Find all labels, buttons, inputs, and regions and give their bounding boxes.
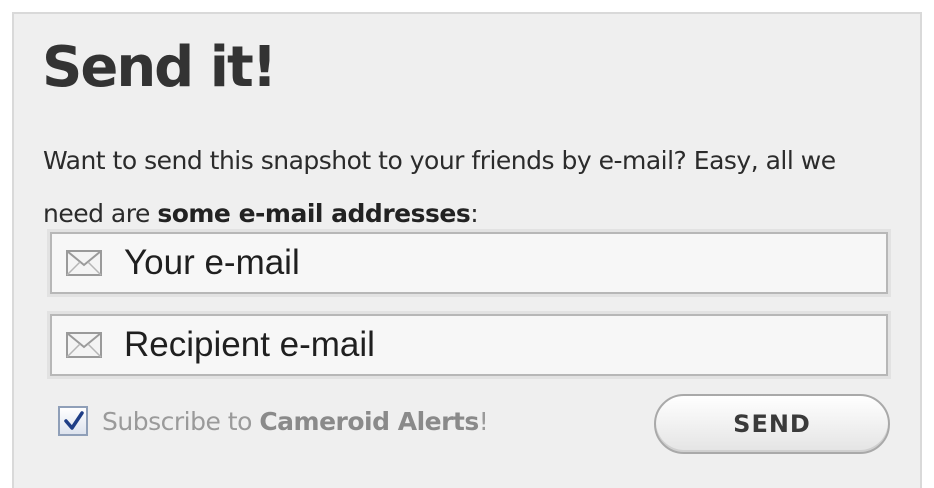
subscribe-label[interactable]: Subscribe to Cameroid Alerts! — [102, 406, 489, 436]
subscribe-prefix: Subscribe to — [102, 406, 260, 436]
recipient-email-field[interactable] — [50, 314, 888, 376]
subscribe-brand: Cameroid Alerts — [259, 406, 479, 436]
description-bold-text: some e-mail addresses — [157, 199, 471, 228]
subscribe-checkbox[interactable] — [58, 406, 88, 436]
envelope-icon — [66, 250, 102, 276]
your-email-field[interactable] — [50, 232, 888, 294]
description-end: : — [470, 199, 479, 228]
envelope-icon — [66, 332, 102, 358]
checkmark-icon — [64, 411, 84, 430]
panel-title: Send it! — [42, 35, 277, 100]
subscribe-suffix: ! — [478, 406, 489, 436]
your-email-input[interactable] — [124, 238, 864, 288]
recipient-email-input[interactable] — [124, 320, 864, 370]
send-button[interactable]: SEND — [654, 394, 890, 454]
subscribe-row: Subscribe to Cameroid Alerts! — [58, 406, 489, 436]
description: Want to send this snapshot to your frien… — [43, 134, 903, 240]
send-it-panel: Send it! Want to send this snapshot to y… — [12, 12, 922, 488]
